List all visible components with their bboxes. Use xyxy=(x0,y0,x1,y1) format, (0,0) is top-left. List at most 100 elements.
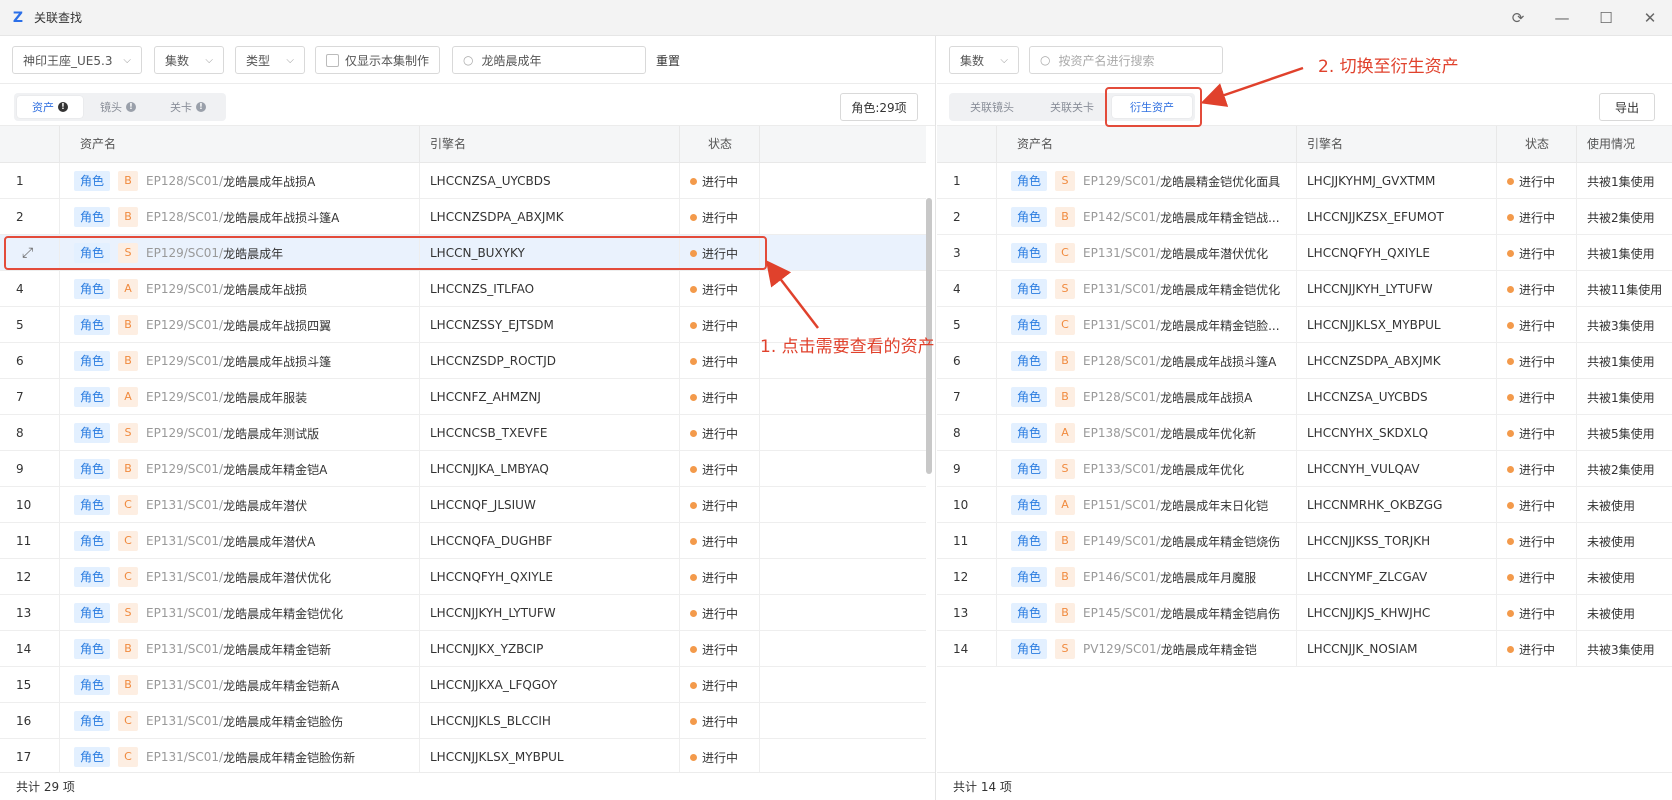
minimize-icon[interactable]: — xyxy=(1540,0,1584,36)
usage-text: 共被1集使用 xyxy=(1587,246,1655,261)
level-badge: C xyxy=(118,567,139,587)
status-text: 进行中 xyxy=(1519,606,1556,621)
table-row[interactable]: 10 角色 C EP131/SC01/龙皓晨成年潜伏 LHCCNQF_JLSIUW 进行中 xyxy=(0,487,926,523)
table-row[interactable]: 13 角色 S EP131/SC01/龙皓晨成年精金铠优化 LHCCNJJKYH_LYT… xyxy=(0,595,926,631)
type-select[interactable]: 类型 ⌵ xyxy=(235,46,305,74)
table-row[interactable]: 9 角色 S EP133/SC01/龙皓晨成年优化 LHCCNYH_VULQAV 进行中 共… xyxy=(937,451,1672,487)
category-tag: 角色 xyxy=(1011,279,1048,299)
table-row[interactable]: 7 角色 A EP129/SC01/龙皓晨成年服装 LHCCNFZ_AHMZNJ 进行中 xyxy=(0,379,926,415)
status-dot-icon xyxy=(690,753,697,761)
status-cell: 进行中 xyxy=(680,559,760,595)
row-index: 2 xyxy=(0,199,60,235)
asset-name: 龙皓晨成年末日化铠 xyxy=(1160,498,1269,513)
category-tag: 角色 xyxy=(74,315,111,335)
tab-related-shots[interactable]: 关联镜头 xyxy=(952,96,1032,118)
asset-name-cell: 角色 B EP149/SC01/龙皓晨成年精金铠烧伤 xyxy=(997,523,1297,559)
close-icon[interactable]: ✕ xyxy=(1628,0,1672,36)
table-row[interactable]: 11 角色 C EP131/SC01/龙皓晨成年潜伏A LHCCNQFA_DUGHBF 进… xyxy=(0,523,926,559)
asset-path: EP128/SC01/ xyxy=(146,174,224,188)
table-row[interactable]: 12 角色 B EP146/SC01/龙皓晨成年月魔服 LHCCNYMF_ZLCGAV 进… xyxy=(937,559,1672,595)
status-cell: 进行中 xyxy=(680,163,760,199)
status-cell: 进行中 xyxy=(1497,451,1577,487)
table-row[interactable]: 10 角色 A EP151/SC01/龙皓晨成年末日化铠 LHCCNMRHK_OKBZG… xyxy=(937,487,1672,523)
table-row[interactable]: 14 角色 B EP131/SC01/龙皓晨成年精金铠新 LHCCNJJKX_YZBCI… xyxy=(0,631,926,667)
asset-name: 龙皓晨成年战损A xyxy=(223,174,316,189)
asset-path: EP131/SC01/ xyxy=(146,534,224,548)
table-row[interactable]: 6 角色 B EP128/SC01/龙皓晨成年战损斗篷A LHCCNZSDPA_ABXJ… xyxy=(937,343,1672,379)
asset-name: 龙皓晨成年潜伏 xyxy=(223,498,308,513)
category-tag: 角色 xyxy=(1011,387,1048,407)
level-badge: B xyxy=(1055,603,1076,623)
table-row[interactable]: 3 角色 C EP131/SC01/龙皓晨成年潜伏优化 LHCCNQFYH_QXIYLE… xyxy=(937,235,1672,271)
asset-name-cell: 角色 A EP151/SC01/龙皓晨成年末日化铠 xyxy=(997,487,1297,523)
tab-levels[interactable]: 关卡! xyxy=(153,96,223,118)
search-input[interactable]: ○ 龙皓晨成年 xyxy=(452,46,646,74)
right-search-input[interactable]: ○ 按资产名进行搜索 xyxy=(1029,46,1223,74)
asset-path: EP131/SC01/ xyxy=(1083,246,1161,260)
status-dot-icon xyxy=(1507,501,1514,509)
table-row[interactable]: 2 角色 B EP128/SC01/龙皓晨成年战损斗篷A LHCCNZSDPA_ABXJ… xyxy=(0,199,926,235)
project-select[interactable]: 神印王座_UE5.3 ⌵ xyxy=(12,46,142,74)
asset-name-cell: 角色 C EP131/SC01/龙皓晨成年潜伏A xyxy=(60,523,420,559)
category-tag: 角色 xyxy=(74,747,111,767)
table-row[interactable]: 9 角色 B EP129/SC01/龙皓晨成年精金铠A LHCCNJJKA_LMBYAQ… xyxy=(0,451,926,487)
table-row[interactable]: 12 角色 C EP131/SC01/龙皓晨成年潜伏优化 LHCCNQFYH_QXIYL… xyxy=(0,559,926,595)
search-icon: ○ xyxy=(1040,53,1051,67)
maximize-icon[interactable]: ☐ xyxy=(1584,0,1628,36)
table-row[interactable]: 15 角色 B EP131/SC01/龙皓晨成年精金铠新A LHCCNJJKXA_LFQ… xyxy=(0,667,926,703)
asset-path: EP142/SC01/ xyxy=(1083,210,1161,224)
asset-name: 龙皓晨成年月魔服 xyxy=(1160,570,1257,585)
asset-name-cell: 角色 C EP131/SC01/龙皓晨成年精金铠脸伤 xyxy=(60,703,420,739)
table-row[interactable]: 11 角色 B EP149/SC01/龙皓晨成年精金铠烧伤 LHCCNJJKSS_TOR… xyxy=(937,523,1672,559)
status-text: 进行中 xyxy=(1519,318,1556,333)
table-row[interactable]: 5 角色 C EP131/SC01/龙皓晨成年精金铠脸... LHCCNJJKLSX_M… xyxy=(937,307,1672,343)
blank-cell xyxy=(760,559,926,595)
usage-text: 未被使用 xyxy=(1587,498,1636,513)
table-row[interactable]: 17 角色 C EP131/SC01/龙皓晨成年精金铠脸伤新 LHCCNJJKLSX_M… xyxy=(0,739,926,772)
status-text: 进行中 xyxy=(702,318,739,333)
only-this-episode-checkbox[interactable]: 仅显示本集制作 xyxy=(315,46,440,74)
status-text: 进行中 xyxy=(702,534,739,549)
right-episode-select[interactable]: 集数 ⌵ xyxy=(949,46,1019,74)
table-row[interactable]: 4 角色 S EP131/SC01/龙皓晨成年精金铠优化 LHCCNJJKYH_LYTU… xyxy=(937,271,1672,307)
status-dot-icon xyxy=(1507,573,1514,581)
status-text: 进行中 xyxy=(1519,462,1556,477)
table-row[interactable]: ⤢ 角色 S EP129/SC01/龙皓晨成年 LHCCN_BUXYKY 进行中 xyxy=(0,235,926,271)
status-text: 进行中 xyxy=(702,642,739,657)
usage-text: 共被2集使用 xyxy=(1587,462,1655,477)
table-row[interactable]: 4 角色 A EP129/SC01/龙皓晨成年战损 LHCCNZS_ITLFAO 进行中 xyxy=(0,271,926,307)
tab-shots[interactable]: 镜头! xyxy=(83,96,153,118)
table-row[interactable]: 8 角色 A EP138/SC01/龙皓晨成年优化新 LHCCNYHX_SKDXLQ 进行… xyxy=(937,415,1672,451)
category-tag: 角色 xyxy=(1011,531,1048,551)
row-index: 5 xyxy=(0,307,60,343)
level-badge: B xyxy=(1055,387,1076,407)
row-index: 11 xyxy=(937,523,997,559)
table-row[interactable]: 7 角色 B EP128/SC01/龙皓晨成年战损A LHCCNZSA_UYCBDS 进行… xyxy=(937,379,1672,415)
refresh-icon[interactable]: ⟳ xyxy=(1496,0,1540,36)
tab-related-levels[interactable]: 关联关卡 xyxy=(1032,96,1112,118)
engine-name: LHCJJKYHMJ_GVXTMM xyxy=(1297,163,1497,199)
row-index: 4 xyxy=(937,271,997,307)
table-row[interactable]: 13 角色 B EP145/SC01/龙皓晨成年精金铠肩伤 LHCCNJJKJS_KHW… xyxy=(937,595,1672,631)
reset-button[interactable]: 重置 xyxy=(656,52,680,69)
table-row[interactable]: 14 角色 S PV129/SC01/龙皓晨成年精金铠 LHCCNJJK_NOSIAM 进… xyxy=(937,631,1672,667)
table-row[interactable]: 8 角色 S EP129/SC01/龙皓晨成年测试版 LHCCNCSB_TXEVFE 进行… xyxy=(0,415,926,451)
status-text: 进行中 xyxy=(702,462,739,477)
level-badge: S xyxy=(1055,639,1076,659)
table-row[interactable]: 2 角色 B EP142/SC01/龙皓晨成年精金铠战... LHCCNJJKZSX_E… xyxy=(937,199,1672,235)
status-cell: 进行中 xyxy=(680,343,760,379)
export-button[interactable]: 导出 xyxy=(1599,93,1655,121)
episode-select[interactable]: 集数 ⌵ xyxy=(154,46,224,74)
count-badge[interactable]: 角色:29项 xyxy=(840,93,918,121)
table-row[interactable]: 1 角色 B EP128/SC01/龙皓晨成年战损A LHCCNZSA_UYCBDS 进行… xyxy=(0,163,926,199)
level-badge: C xyxy=(118,531,139,551)
table-row[interactable]: 16 角色 C EP131/SC01/龙皓晨成年精金铠脸伤 LHCCNJJKLS_BLC… xyxy=(0,703,926,739)
level-badge: B xyxy=(1055,207,1076,227)
episode-select-value: 集数 xyxy=(960,53,985,68)
asset-name: 龙皓晨成年精金铠新A xyxy=(223,678,340,693)
expand-icon[interactable]: ⤢ xyxy=(22,245,33,261)
tab-assets[interactable]: 资产! xyxy=(17,96,83,118)
column-header-status: 状态 xyxy=(680,126,760,163)
table-row[interactable]: 1 角色 S EP129/SC01/龙皓晨精金铠优化面具 LHCJJKYHMJ_GVXT… xyxy=(937,163,1672,199)
usage-text: 共被3集使用 xyxy=(1587,318,1655,333)
